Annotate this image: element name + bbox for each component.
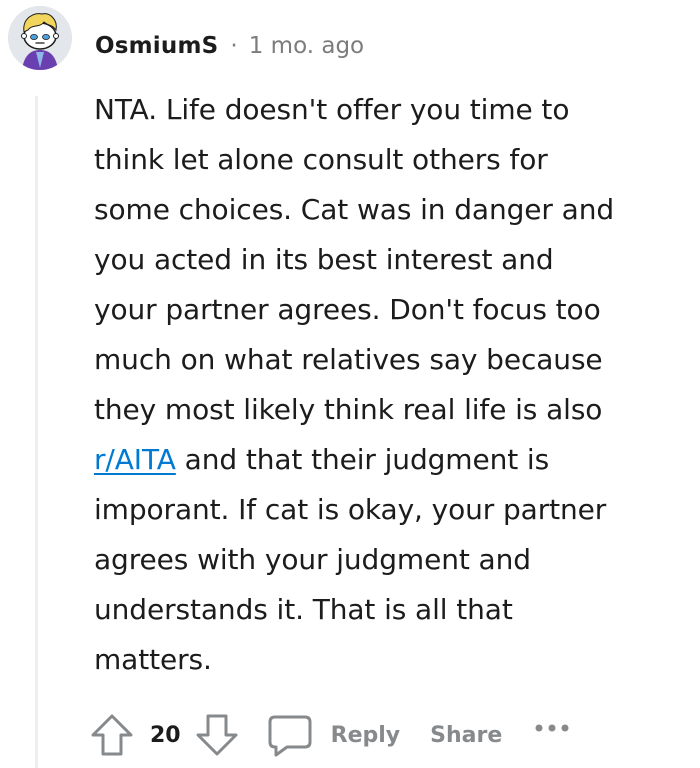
- user-avatar[interactable]: [8, 6, 72, 70]
- reply-label: Reply: [330, 722, 401, 748]
- timestamp[interactable]: 1 mo. ago: [249, 33, 364, 59]
- comment-line: you acted in its best interest and: [94, 243, 554, 276]
- upvote-button[interactable]: [90, 713, 134, 757]
- avatar-icon: [8, 6, 72, 70]
- comment-line: matters.: [94, 643, 212, 676]
- arrow-down-icon: [196, 714, 238, 756]
- comment-line-fragment: and that their judgment is: [175, 443, 550, 476]
- vote-count: 20: [150, 722, 181, 748]
- share-button[interactable]: Share: [430, 723, 502, 748]
- thread-line[interactable]: [35, 96, 38, 768]
- reply-button[interactable]: Reply: [267, 713, 401, 757]
- comment-header: OsmiumS · 1 mo. ago: [95, 28, 364, 64]
- header-separator: ·: [230, 33, 238, 59]
- comment-line: agrees with your judgment and: [94, 543, 531, 576]
- ellipsis-icon: [535, 724, 569, 732]
- more-options-button[interactable]: [534, 723, 570, 733]
- comment-line: NTA. Life doesn't offer you time to: [94, 93, 570, 126]
- comment-line: your partner agrees. Don't focus too: [94, 293, 601, 326]
- comment-line: some choices. Cat was in danger and: [94, 193, 615, 226]
- comment-line: understands it. That is all that: [94, 593, 513, 626]
- speech-bubble-icon: [268, 715, 312, 757]
- comment-line: they most likely think real life is also: [94, 393, 603, 426]
- comment-line: think let alone consult others for: [94, 143, 548, 176]
- comment: OsmiumS · 1 mo. ago NTA. Life doesn't of…: [0, 0, 700, 768]
- arrow-up-icon: [91, 714, 133, 756]
- comment-body: NTA. Life doesn't offer you time to thin…: [94, 85, 694, 685]
- subreddit-link[interactable]: r/AITA: [94, 443, 176, 476]
- comment-line: imporant. If cat is okay, your partner: [94, 493, 607, 526]
- comment-line: much on what relatives say because: [94, 343, 603, 376]
- username-link[interactable]: OsmiumS: [95, 33, 218, 59]
- comment-actions: 20 Reply Share: [90, 712, 570, 758]
- comment-line-with-link: r/AITA and that their judgment is: [94, 435, 694, 485]
- downvote-button[interactable]: [195, 713, 239, 757]
